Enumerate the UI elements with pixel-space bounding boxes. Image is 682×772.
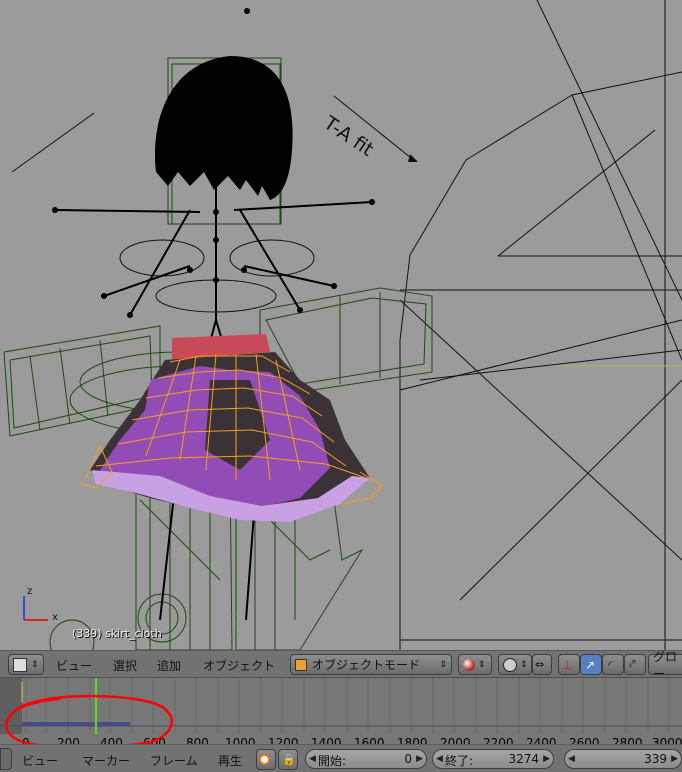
pivot-icon xyxy=(503,657,517,672)
3d-viewport[interactable]: (339) skirt_cloth T-A fit z x xyxy=(0,0,682,650)
object-info-label: (339) skirt_cloth xyxy=(72,627,162,640)
right-arrow-icon: ▶ xyxy=(416,754,423,764)
lock-icon: 🔒 xyxy=(282,753,296,766)
cube-icon xyxy=(13,657,27,672)
menu-view[interactable]: ビュー xyxy=(56,657,92,674)
arrow-icon: ↗ xyxy=(585,657,596,672)
start-frame-field[interactable]: ◀ 開始: 0 ▶ xyxy=(305,749,427,769)
x-axis-label: x xyxy=(52,612,58,623)
lock-button[interactable]: 🔒 xyxy=(278,749,298,770)
rotate-button[interactable]: ◜ xyxy=(602,654,624,675)
menu-marker[interactable]: マーカー xyxy=(82,752,130,769)
translate-button[interactable]: ↗ xyxy=(580,654,602,675)
end-value: 3274 xyxy=(508,752,539,766)
mode-dropdown[interactable]: オブジェクトモード ⇕ xyxy=(290,654,452,675)
left-arrow-icon: ◀ xyxy=(309,754,316,764)
axis-gizmo: z x xyxy=(18,586,68,628)
manipulator-toggle[interactable]: ⇔ xyxy=(532,654,552,675)
menu-select[interactable]: 選択 xyxy=(113,657,137,674)
updown-arrows-icon: ⇕ xyxy=(520,659,528,670)
current-frame-field[interactable]: ◀ 339 ▶ xyxy=(564,749,682,769)
orientation-label: グロー xyxy=(653,649,678,681)
menu-frame[interactable]: フレーム xyxy=(150,752,198,769)
left-arrow-icon: ◀ xyxy=(436,754,443,764)
scale-icon: ⤤ xyxy=(629,657,636,671)
left-arrow-icon: ◀ xyxy=(568,754,575,764)
end-label: 終了: xyxy=(445,754,474,768)
orientation-dropdown[interactable]: グロー xyxy=(648,650,682,681)
record-icon xyxy=(259,754,270,765)
current-frame-value: 339 xyxy=(644,752,667,766)
rotate-arc-icon: ◜ xyxy=(608,657,613,672)
right-arrow-icon: ▶ xyxy=(543,754,550,764)
manipulator-move-button[interactable]: ⊥ xyxy=(558,654,580,675)
scale-button[interactable]: ⤤ xyxy=(624,654,646,675)
axis-arrows-icon: ⊥ xyxy=(562,657,573,672)
timeline-header: ビュー マーカー フレーム 再生 🔒 ◀ 開始: 0 ▶ ◀ 終了: 3274 … xyxy=(0,744,682,772)
left-edge-widget[interactable] xyxy=(0,748,12,770)
viewport-header: ⇕ ビュー 選択 追加 オブジェクト オブジェクトモード ⇕ ⇕ ⇕ ⇔ ⊥ ↗… xyxy=(0,650,682,681)
updown-arrows-icon: ⇕ xyxy=(478,659,486,670)
end-frame-field[interactable]: ◀ 終了: 3274 ▶ xyxy=(432,749,554,769)
updown-arrows-icon: ⇕ xyxy=(439,659,447,670)
z-axis-label: z xyxy=(27,586,33,597)
menu-view[interactable]: ビュー xyxy=(22,752,58,769)
right-arrow-icon: ▶ xyxy=(671,754,678,764)
object-mode-icon xyxy=(295,658,307,671)
menu-playback[interactable]: 再生 xyxy=(218,752,242,769)
menu-object[interactable]: オブジェクト xyxy=(203,657,275,674)
pivot-dropdown[interactable]: ⇕ xyxy=(498,654,532,675)
updown-arrows-icon: ⇕ xyxy=(31,659,39,670)
editor-type-button[interactable]: ⇕ xyxy=(8,654,44,675)
mode-label: オブジェクトモード xyxy=(312,658,421,672)
skirt-mesh xyxy=(90,334,370,522)
record-button[interactable] xyxy=(256,749,276,770)
start-value: 0 xyxy=(404,752,412,766)
shading-sphere-icon xyxy=(463,658,475,671)
menu-add[interactable]: 追加 xyxy=(157,657,181,674)
shading-dropdown[interactable]: ⇕ xyxy=(458,654,492,675)
manipulator-icon: ⇔ xyxy=(535,658,545,671)
start-label: 開始: xyxy=(318,754,347,768)
red-annotation-circle xyxy=(5,694,173,749)
hair-mesh xyxy=(154,56,293,200)
overlay-underline xyxy=(333,95,418,163)
